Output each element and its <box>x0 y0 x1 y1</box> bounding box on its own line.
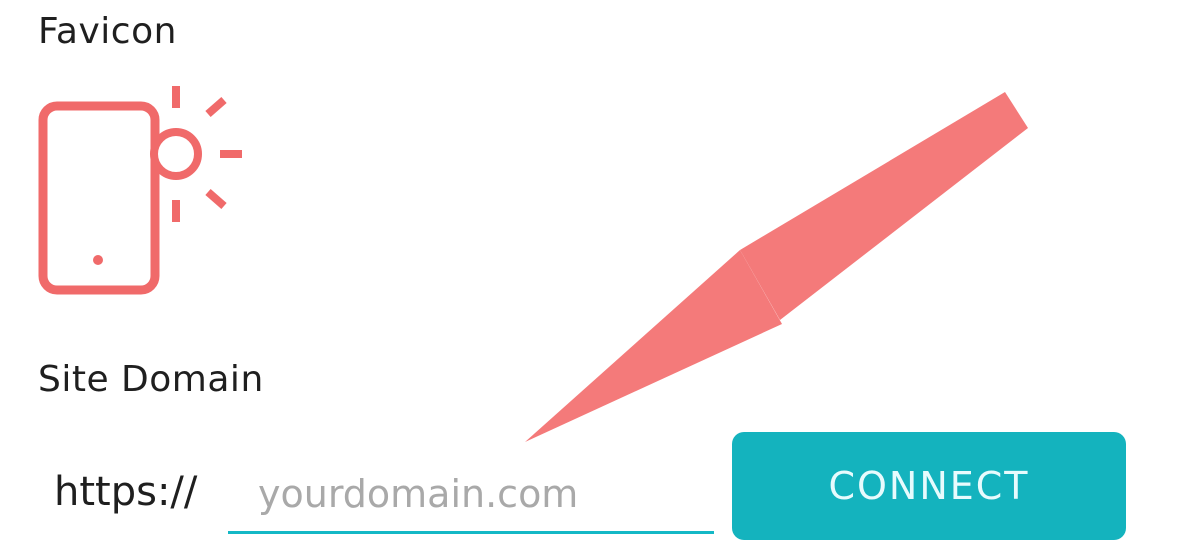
favicon-preview[interactable] <box>34 82 264 302</box>
favicon-label: Favicon <box>38 11 177 52</box>
phone-sun-icon <box>38 86 242 295</box>
domain-input[interactable] <box>228 456 714 534</box>
connect-button[interactable]: CONNECT <box>732 432 1126 540</box>
https-prefix: https:// <box>54 469 198 515</box>
site-domain-label: Site Domain <box>38 359 264 400</box>
